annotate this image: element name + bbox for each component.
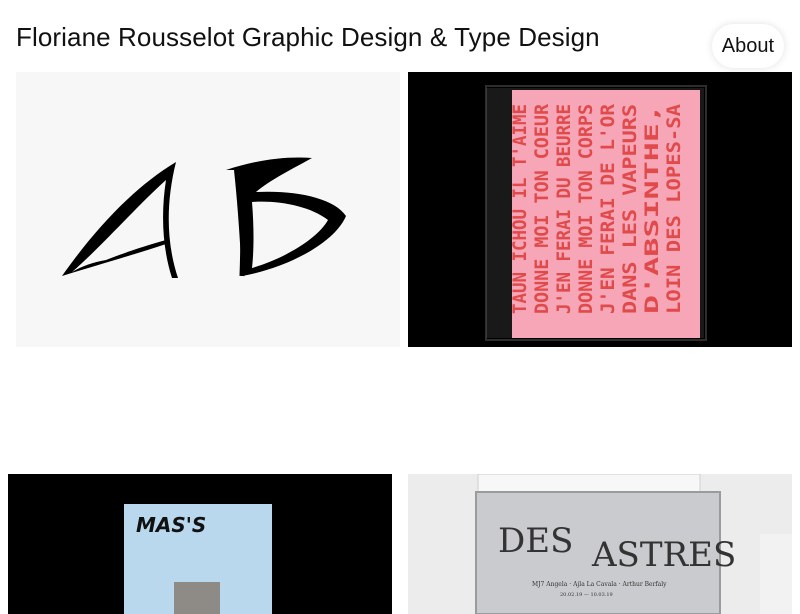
poster-line: DONNE MOI TON COEUR (531, 103, 553, 314)
poster-line: TAUN ICHOU IL T'AIME (509, 104, 531, 314)
pink-poster-image: TAUN ICHOU IL T'AIME DONNE MOI TON COEUR J… (485, 85, 707, 341)
poster-credits: MJ7 Angela · Ajla La Cavala · Arthur Ber… (532, 581, 667, 588)
poster-line: DONNE MOI TON CORPS (575, 104, 597, 314)
project-tile-type-specimen[interactable] (16, 72, 400, 347)
poster-line: LOIN DES LOPES-SA (663, 103, 685, 314)
project-tile-magazine[interactable]: MAS'S (8, 474, 392, 614)
ab-glyphs-image (62, 157, 346, 278)
project-tile-pink-poster[interactable]: TAUN ICHOU IL T'AIME DONNE MOI TON COEUR J… (408, 72, 792, 347)
magazine-title: MAS'S (136, 513, 206, 537)
about-button[interactable]: About (711, 24, 784, 68)
magazine-image: MAS'S (124, 504, 272, 614)
poster-title-left: DES (498, 521, 573, 561)
poster-line: D'ABSINTHE, (641, 104, 663, 314)
project-tile-exhibition-poster[interactable]: DES ASTRES MJ7 Angela · Ajla La Cavala ·… (408, 474, 792, 614)
exhibition-poster-image: DES ASTRES MJ7 Angela · Ajla La Cavala ·… (408, 474, 792, 614)
site-title: Floriane Rousselot Graphic Design & Type… (16, 22, 600, 52)
poster-line: J'EN FERAI DE L'OR (597, 103, 619, 314)
poster-line: J'EN FERAI DU BEURRE (553, 104, 575, 314)
poster-dates: 20.02.19 — 10.03.19 (560, 592, 613, 598)
poster-line: DANS LES VAPEURS (619, 104, 641, 314)
poster-title-right: ASTRES (591, 535, 736, 575)
